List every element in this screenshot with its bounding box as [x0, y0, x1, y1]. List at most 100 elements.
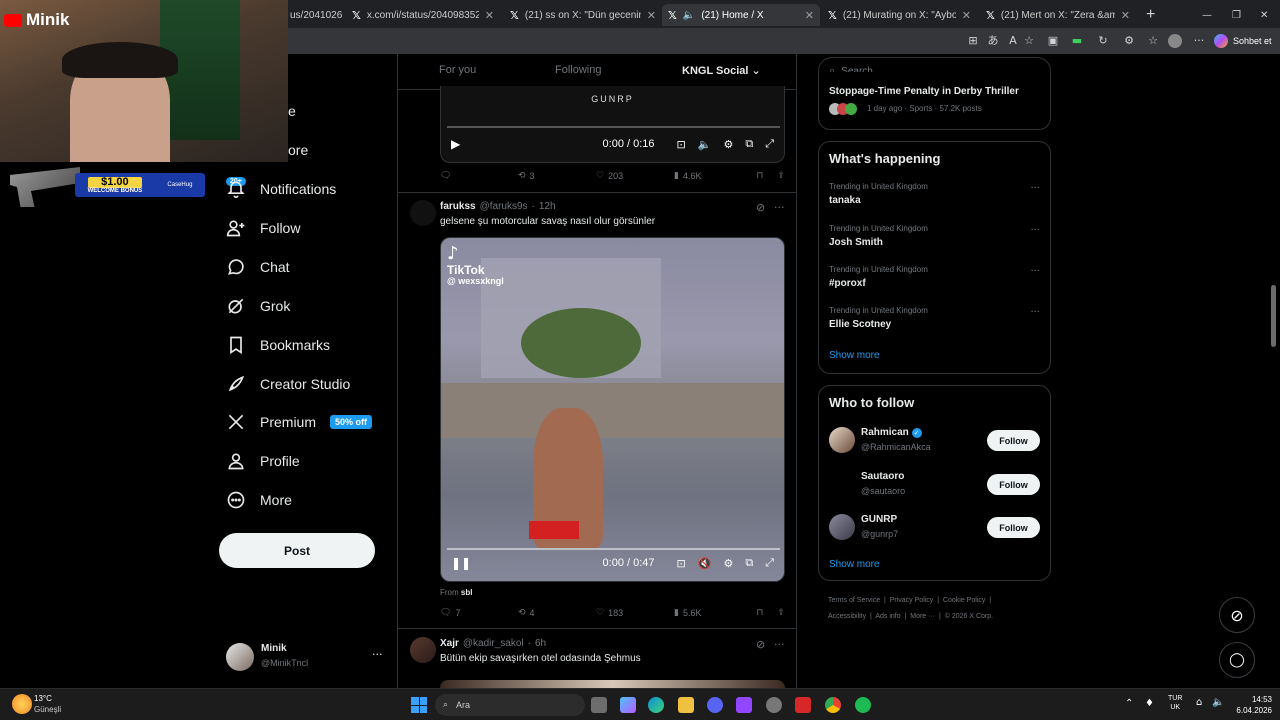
copilot-chat-button[interactable]: Sohbet et [1214, 32, 1272, 50]
settings-icon[interactable]: ⚙ [723, 557, 733, 570]
app-icon[interactable] [795, 697, 811, 713]
tray-chevron-icon[interactable]: ⌃ [1125, 698, 1133, 709]
menu-dots-icon[interactable]: ··· [1192, 34, 1206, 48]
avatar[interactable] [410, 637, 436, 663]
app-icon[interactable] [766, 697, 782, 713]
post-media-preview[interactable] [440, 680, 785, 688]
twitch-icon[interactable] [736, 697, 752, 713]
new-tab-button[interactable]: + [1140, 4, 1162, 26]
apps-icon[interactable]: ⊞ [966, 34, 980, 48]
settings-icon[interactable]: ⚙ [723, 138, 733, 151]
video-player[interactable]: GUNRP ▶ 0:00 / 0:16 ⊡ 🔈 ⚙ ⧉ ⤢ [440, 86, 785, 163]
close-icon[interactable]: ✕ [1121, 9, 1130, 22]
views-button[interactable]: ▮ 4.6K [674, 171, 744, 181]
spotify-icon[interactable] [855, 697, 871, 713]
tab-kngl-social[interactable]: KNGL Social ⌄ [682, 64, 761, 77]
follow-button[interactable]: Follow [987, 517, 1040, 538]
footer-link[interactable]: Cookie Policy [943, 597, 985, 604]
chat-floating-button[interactable]: ◯ [1219, 642, 1255, 678]
more-dots-icon[interactable]: ··· [774, 638, 785, 651]
nav-item-more[interactable]: More [226, 485, 292, 515]
trend-item[interactable]: Trending in United Kingdom Ellie Scotney… [819, 302, 1050, 338]
trend-item[interactable]: Trending in United Kingdom #poroxf ··· [819, 261, 1050, 297]
more-dots-icon[interactable]: ··· [1030, 183, 1040, 194]
pip-icon[interactable]: ⧉ [745, 137, 753, 151]
browser-tab[interactable]: 𝕏x.com/i/status/20409835298072... ✕ [346, 4, 500, 26]
footer-link[interactable]: Terms of Service [828, 597, 880, 604]
follow-suggestion[interactable]: Sautaoro @sautaoro Follow [819, 468, 1050, 502]
reply-button[interactable]: 🗨 [440, 171, 518, 181]
extension-icon[interactable]: ▬ [1070, 34, 1084, 48]
captions-icon[interactable]: ⊡ [677, 138, 686, 151]
trend-item[interactable]: Trending in United Kingdom tanaka ··· [819, 178, 1050, 214]
more-dots-icon[interactable]: ··· [1030, 225, 1040, 236]
tab-for-you[interactable]: For you [439, 64, 476, 76]
close-icon[interactable]: ✕ [805, 9, 814, 22]
weather-icon[interactable] [12, 694, 32, 714]
fullscreen-icon[interactable]: ⤢ [765, 556, 774, 570]
more-dots-icon[interactable]: ··· [774, 201, 785, 214]
like-button[interactable]: ♡ 183 [596, 608, 674, 618]
account-switcher[interactable]: Minik @MinikTncl ··· [226, 641, 386, 673]
nav-item-creator-studio[interactable]: Creator Studio [226, 369, 350, 399]
post-timestamp[interactable]: 12h [539, 201, 556, 212]
nav-item-follow[interactable]: Follow [226, 213, 300, 243]
more-dots-icon[interactable]: ··· [372, 648, 383, 661]
close-icon[interactable]: ✕ [485, 9, 494, 22]
follow-suggestion[interactable]: Rahmican ✓ @RahmicanAkca Follow [819, 424, 1050, 458]
post-author-handle[interactable]: @faruks9s [480, 201, 528, 212]
volume-icon[interactable]: 🔈 [1212, 697, 1224, 708]
copilot-icon[interactable] [620, 697, 636, 713]
more-dots-icon[interactable]: ··· [1030, 266, 1040, 277]
translate-icon[interactable]: あ [986, 34, 1000, 48]
nav-item-bookmarks[interactable]: Bookmarks [226, 330, 330, 360]
footer-link[interactable]: Accessibility [828, 613, 866, 620]
microphone-icon[interactable]: ♦ [1145, 698, 1154, 709]
pip-icon[interactable]: ⧉ [745, 556, 753, 570]
browser-tab-active[interactable]: 𝕏 🔈 (21) Home / X ✕ [662, 4, 820, 26]
trend-card[interactable]: Stoppage-Time Penalty in Derby Thriller … [818, 72, 1051, 130]
repost-button[interactable]: ⟲ 3 [518, 171, 596, 181]
page-scrollbar-thumb[interactable] [1271, 285, 1276, 347]
play-icon[interactable]: ▶ [451, 137, 460, 151]
footer-link[interactable]: Ads info [875, 613, 900, 620]
volume-icon[interactable]: 🔈 [698, 138, 712, 151]
grok-icon[interactable]: ⊘ [756, 638, 765, 651]
post-author-handle[interactable]: @kadir_sakol [463, 638, 524, 649]
edge-icon[interactable] [648, 697, 664, 713]
favorites-bar-icon[interactable]: ☆ [1146, 34, 1160, 48]
browser-tab[interactable]: 𝕏 (21) Mert on X: "Zera &amp; Şehm... ✕ [980, 4, 1136, 26]
favorite-icon[interactable]: ☆ [1022, 34, 1036, 48]
windows-start-button[interactable] [411, 697, 427, 713]
nav-item-profile[interactable]: Profile [226, 446, 300, 476]
minimize-button[interactable]: — [1196, 4, 1218, 26]
refresh-extension-icon[interactable]: ↻ [1096, 34, 1110, 48]
extensions-icon[interactable]: ⚙ [1122, 34, 1136, 48]
reply-button[interactable]: 🗨 7 [440, 608, 518, 618]
grok-floating-button[interactable]: ⊘ [1219, 597, 1255, 633]
post-author-name[interactable]: farukss [440, 201, 476, 212]
speaker-icon[interactable]: 🔈 [683, 10, 695, 21]
browser-tab[interactable]: 𝕏 (21) Murating on X: "Aybo/mnq b... ✕ [822, 4, 977, 26]
show-more-link[interactable]: Show more [829, 350, 880, 361]
pause-icon[interactable]: ❚❚ [451, 556, 471, 570]
views-button[interactable]: ▮ 5.6K [674, 608, 744, 618]
follow-suggestion[interactable]: GUNRP @gunrp7 Follow [819, 511, 1050, 545]
post-author-name[interactable]: Xajr [440, 638, 459, 649]
tab-following[interactable]: Following [555, 64, 601, 76]
footer-link[interactable]: Privacy Policy [890, 597, 934, 604]
more-dots-icon[interactable]: ··· [1030, 307, 1040, 318]
file-explorer-icon[interactable] [678, 697, 694, 713]
extension-icon[interactable]: ▣ [1046, 34, 1060, 48]
discord-icon[interactable] [707, 697, 723, 713]
captions-icon[interactable]: ⊡ [677, 557, 686, 570]
task-view-icon[interactable] [591, 697, 607, 713]
share-icon[interactable]: ⇪ [777, 608, 785, 618]
read-aloud-icon[interactable]: A [1006, 34, 1020, 48]
maximize-button[interactable]: ❐ [1226, 4, 1248, 26]
share-icon[interactable]: ⇪ [777, 171, 785, 181]
nav-item-premium[interactable]: Premium 50% off [226, 407, 373, 437]
grok-icon[interactable]: ⊘ [756, 201, 765, 214]
like-button[interactable]: ♡ 203 [596, 171, 674, 181]
bookmark-icon[interactable]: ⊓ [756, 171, 763, 181]
